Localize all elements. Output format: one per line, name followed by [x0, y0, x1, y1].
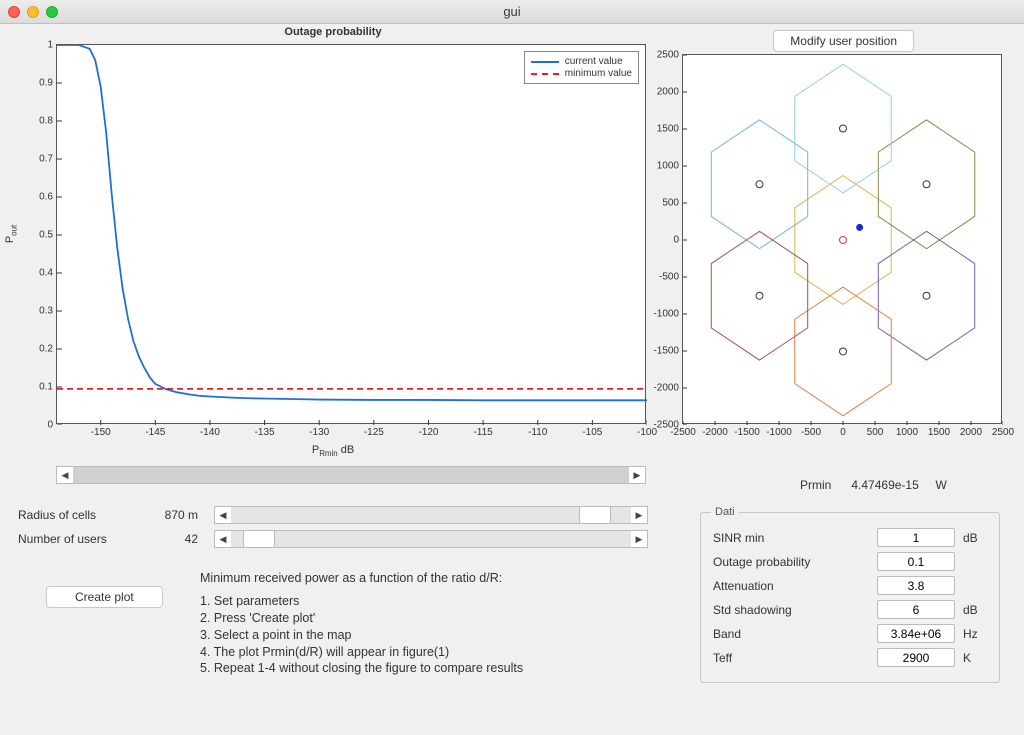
radius-value: 870 m [138, 508, 198, 522]
dati-label: Outage probability [713, 555, 869, 569]
dati-input[interactable] [877, 528, 955, 547]
dati-panel-title: Dati [711, 506, 739, 518]
instruction-step: 1. Set parameters [200, 593, 630, 610]
instructions: Minimum received power as a function of … [200, 570, 630, 677]
window-title: gui [0, 4, 1024, 19]
create-plot-button[interactable]: Create plot [46, 586, 163, 608]
dati-row: Band Hz [713, 624, 987, 643]
radius-label: Radius of cells [18, 508, 128, 522]
users-slider[interactable]: ◀ ▶ [214, 530, 648, 548]
instructions-title: Minimum received power as a function of … [200, 570, 630, 587]
dati-row: Attenuation [713, 576, 987, 595]
dati-input[interactable] [877, 600, 955, 619]
dati-unit: dB [963, 531, 987, 545]
dati-input[interactable] [877, 624, 955, 643]
instruction-step: 5. Repeat 1-4 without closing the figure… [200, 660, 630, 677]
dati-label: Band [713, 627, 869, 641]
scroll-right-icon[interactable]: ▶ [631, 531, 647, 547]
dati-unit: K [963, 651, 987, 665]
dati-input[interactable] [877, 648, 955, 667]
outage-plot-ylabel: Pout [4, 225, 18, 243]
dati-label: Std shadowing [713, 603, 869, 617]
titlebar: gui [0, 0, 1024, 24]
dati-label: Attenuation [713, 579, 869, 593]
dati-row: Outage probability [713, 552, 987, 571]
dati-row: SINR min dB [713, 528, 987, 547]
instruction-step: 4. The plot Prmin(d/R) will appear in fi… [200, 644, 630, 661]
dati-row: Teff K [713, 648, 987, 667]
instruction-step: 3. Select a point in the map [200, 627, 630, 644]
dati-input[interactable] [877, 576, 955, 595]
dati-unit: Hz [963, 627, 987, 641]
cell-map-axes[interactable]: -2500-2000-1500-1000-5000500100015002000… [682, 54, 1002, 424]
radius-slider[interactable]: ◀ ▶ [214, 506, 648, 524]
legend-current: current value [565, 56, 623, 67]
scroll-right-icon[interactable]: ▶ [631, 507, 647, 523]
gui-window: gui Modify user position Outage probabil… [0, 0, 1024, 735]
legend-minimum: minimum value [565, 68, 632, 79]
dati-unit: dB [963, 603, 987, 617]
x-range-scrollbar[interactable]: ◀ ▶ [56, 466, 646, 484]
dati-label: SINR min [713, 531, 869, 545]
prmin-readout: Prmin 4.47469e-15 W [800, 478, 947, 492]
users-label: Number of users [18, 532, 128, 546]
scroll-right-icon[interactable]: ▶ [629, 467, 645, 483]
scroll-left-icon[interactable]: ◀ [215, 507, 231, 523]
outage-plot-legend: current value minimum value [524, 51, 639, 84]
outage-plot-xlabel: PRmin dB [18, 444, 648, 458]
outage-plot-axes[interactable]: 00.10.20.30.40.50.60.70.80.91 -150-145-1… [56, 44, 646, 424]
users-value: 42 [138, 532, 198, 546]
modify-user-position-button[interactable]: Modify user position [773, 30, 914, 52]
dati-panel: Dati SINR mindBOutage probabilityAttenua… [700, 512, 1000, 683]
dati-input[interactable] [877, 552, 955, 571]
instruction-step: 2. Press 'Create plot' [200, 610, 630, 627]
scroll-left-icon[interactable]: ◀ [57, 467, 73, 483]
dati-row: Std shadowing dB [713, 600, 987, 619]
scroll-left-icon[interactable]: ◀ [215, 531, 231, 547]
outage-plot-title: Outage probability [18, 26, 648, 38]
dati-label: Teff [713, 651, 869, 665]
